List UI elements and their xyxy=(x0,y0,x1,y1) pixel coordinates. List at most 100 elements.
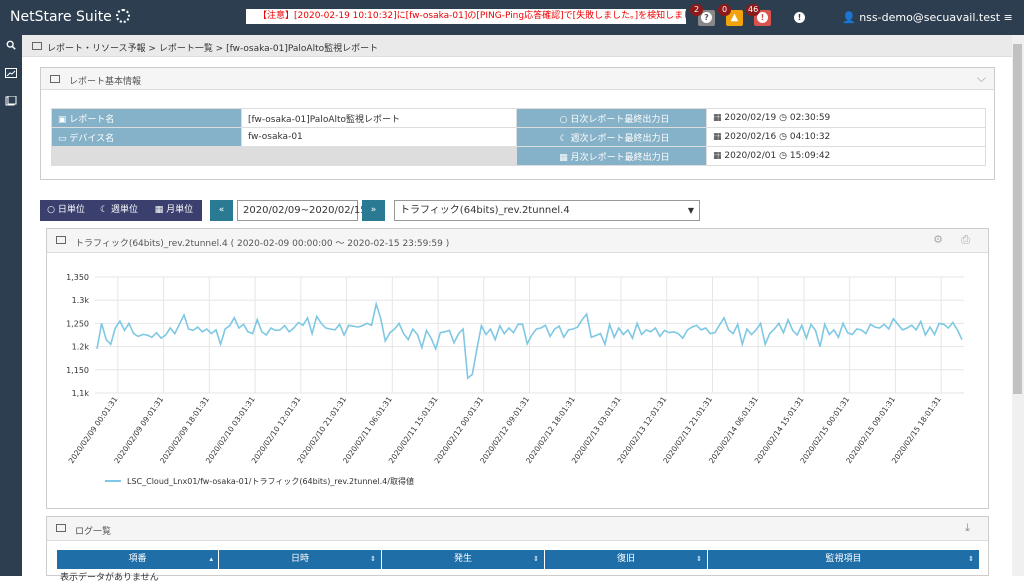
clock-icon: ◷ xyxy=(779,151,790,161)
report-info-panel: レポート基本情報 ⌵ ▣ レポート名 [fw-osaka-01]PaloAlto… xyxy=(40,67,995,180)
x-tick-label: 2020/02/14 06:01:31 xyxy=(707,395,760,465)
y-tick-label: 1.3k xyxy=(72,296,90,305)
app-title[interactable]: NetStare Suite xyxy=(10,9,112,25)
y-tick-label: 1.2k xyxy=(72,343,90,352)
pdf-icon[interactable]: ⎙ xyxy=(961,233,970,247)
x-tick-label: 2020/02/12 18:01:31 xyxy=(524,395,577,465)
chart-panel-header: トラフィック(64bits)_rev.2tunnel.4 ( 2020-02-0… xyxy=(47,229,988,253)
notification-warning-button[interactable]: ▲ 0 xyxy=(718,4,743,26)
x-tick-label: 2020/02/13 03:01:31 xyxy=(570,395,623,465)
next-period-button[interactable]: » xyxy=(362,200,385,221)
sort-icon: ▴ xyxy=(209,555,213,563)
empty-cell xyxy=(51,146,517,166)
alert-banner[interactable]: 【注意】[2020-02-19 10:10:32]に[fw-osaka-01]の… xyxy=(246,9,686,24)
x-tick-label: 2020/02/12 00:01:31 xyxy=(433,395,486,465)
book-icon[interactable] xyxy=(5,96,17,106)
month-unit-button[interactable]: ▦ 月単位 xyxy=(146,200,202,221)
download-icon[interactable]: ⤓ xyxy=(965,521,970,535)
circle-icon: ○ xyxy=(559,114,571,125)
daily-value: ▦ 2020/02/19 ◷ 02:30:59 xyxy=(706,108,986,128)
warning-icon: ▲ xyxy=(730,12,739,23)
calendar-icon: ▦ xyxy=(713,113,725,123)
x-tick-label: 2020/02/15 00:01:31 xyxy=(798,395,851,465)
table-icon xyxy=(56,524,66,532)
notification-gray-button[interactable]: ? 2 xyxy=(690,4,715,26)
double-chevron-right-icon: » xyxy=(370,205,377,215)
calendar-icon: ▦ xyxy=(713,151,725,161)
sort-icon: ⇕ xyxy=(370,555,376,563)
badge-count-orange: 0 xyxy=(718,4,731,16)
col-header-number[interactable]: 項番 ▴ xyxy=(57,550,219,569)
x-tick-label: 2020/02/15 18:01:31 xyxy=(890,395,943,465)
y-tick-label: 1,250 xyxy=(66,319,89,328)
breadcrumb-text[interactable]: レポート・リソース予報 > レポート一覧 > [fw-osaka-01]Palo… xyxy=(47,41,378,54)
top-bar: NetStare Suite 【注意】[2020-02-19 10:10:32]… xyxy=(0,0,1024,35)
badge-count-gray: 2 xyxy=(690,4,703,16)
gear-icon[interactable]: ⚙ xyxy=(933,233,943,246)
chart-panel: トラフィック(64bits)_rev.2tunnel.4 ( 2020-02-0… xyxy=(46,228,989,509)
day-unit-button[interactable]: ○ 日単位 xyxy=(40,200,92,221)
dropdown-arrow-icon: ▼ xyxy=(687,206,694,215)
table-icon xyxy=(50,75,60,83)
empty-log-message: 表示データがありません xyxy=(60,573,159,583)
col-header-recovery[interactable]: 復旧 ⇕ xyxy=(545,550,708,569)
col-header-occurrence[interactable]: 発生 ⇕ xyxy=(382,550,545,569)
search-icon[interactable] xyxy=(5,40,17,50)
calendar-icon: ▦ xyxy=(559,152,571,163)
user-menu[interactable]: 👤 nss-demo@secuavail.test ≡ xyxy=(842,11,1013,24)
sort-icon: ⇕ xyxy=(696,555,702,563)
metric-select[interactable]: トラフィック(64bits)_rev.2tunnel.4 ▼ xyxy=(394,200,700,221)
prev-period-button[interactable]: « xyxy=(210,200,233,221)
image-icon: ▣ xyxy=(58,114,70,125)
weekly-label: ☾ 週次レポート最終出力日 xyxy=(516,127,707,147)
x-tick-label: 2020/02/11 15:01:31 xyxy=(387,395,440,465)
monthly-label: ▦ 月次レポート最終出力日 xyxy=(516,146,707,166)
log-panel-header: ログ一覧 ⤓ xyxy=(47,517,988,541)
calendar-icon: ▦ xyxy=(154,205,167,215)
moon-icon: ☾ xyxy=(100,205,111,215)
monthly-value: ▦ 2020/02/01 ◷ 15:09:42 xyxy=(706,146,986,166)
week-unit-button[interactable]: ☾ 週単位 xyxy=(92,200,146,221)
double-chevron-left-icon: « xyxy=(218,205,225,215)
weekly-value: ▦ 2020/02/16 ◷ 04:10:32 xyxy=(706,127,986,147)
metric-select-value: トラフィック(64bits)_rev.2tunnel.4 xyxy=(400,205,570,216)
x-tick-label: 2020/02/11 06:01:31 xyxy=(341,395,394,465)
x-tick-label: 2020/02/09 18:01:31 xyxy=(158,395,211,465)
col-header-monitor-item[interactable]: 監視項目 ⇕ xyxy=(708,550,980,569)
moon-icon: ☾ xyxy=(559,133,571,144)
device-value: fw-osaka-01 xyxy=(241,127,517,147)
report-name-value: [fw-osaka-01]PaloAlto監視レポート xyxy=(241,108,517,128)
x-tick-label: 2020/02/13 21:01:31 xyxy=(661,395,714,465)
clock-icon: ◷ xyxy=(779,132,790,142)
x-tick-label: 2020/02/10 12:01:31 xyxy=(250,395,303,465)
refresh-icon[interactable] xyxy=(116,9,130,23)
y-tick-label: 1,150 xyxy=(66,366,89,375)
legend-label: LSC_Cloud_Lnx01/fw-osaka-01/トラフィック(64bit… xyxy=(127,476,414,486)
sidebar xyxy=(0,35,22,576)
monitor-icon: ▭ xyxy=(58,133,70,144)
chevron-down-icon[interactable]: ⌵ xyxy=(977,71,986,86)
info-icon[interactable]: ! xyxy=(794,12,805,23)
panel-title: レポート基本情報 xyxy=(69,77,142,87)
user-name: nss-demo@secuavail.test xyxy=(859,11,1001,24)
sort-icon: ⇕ xyxy=(968,555,974,563)
scrollbar-thumb[interactable] xyxy=(1013,44,1022,394)
col-header-datetime[interactable]: 日時 ⇕ xyxy=(219,550,382,569)
x-tick-label: 2020/02/14 15:01:31 xyxy=(753,395,806,465)
device-label: ▭ デバイス名 xyxy=(51,127,242,147)
report-name-label: ▣ レポート名 xyxy=(51,108,242,128)
breadcrumb: レポート・リソース予報 > レポート一覧 > [fw-osaka-01]Palo… xyxy=(22,35,1012,57)
x-tick-label: 2020/02/09 00:01:31 xyxy=(67,395,120,465)
x-tick-label: 2020/02/15 09:01:31 xyxy=(844,395,897,465)
calendar-icon: ▦ xyxy=(713,132,725,142)
notification-critical-button[interactable]: ! 46 xyxy=(746,4,771,26)
user-icon: 👤 xyxy=(842,11,860,24)
daily-label: ○ 日次レポート最終出力日 xyxy=(516,108,707,128)
y-tick-label: 1,350 xyxy=(66,273,89,282)
date-range-input[interactable]: 2020/02/09~2020/02/15 xyxy=(237,200,367,221)
report-icon[interactable] xyxy=(5,68,17,78)
chart-icon xyxy=(56,236,66,244)
clock-icon: ◷ xyxy=(779,113,790,123)
report-icon xyxy=(32,42,42,50)
line-chart: 1,1k 1,150 1.2k 1,250 1.3k 1,350 2020/02/09 00… xyxy=(66,273,964,486)
